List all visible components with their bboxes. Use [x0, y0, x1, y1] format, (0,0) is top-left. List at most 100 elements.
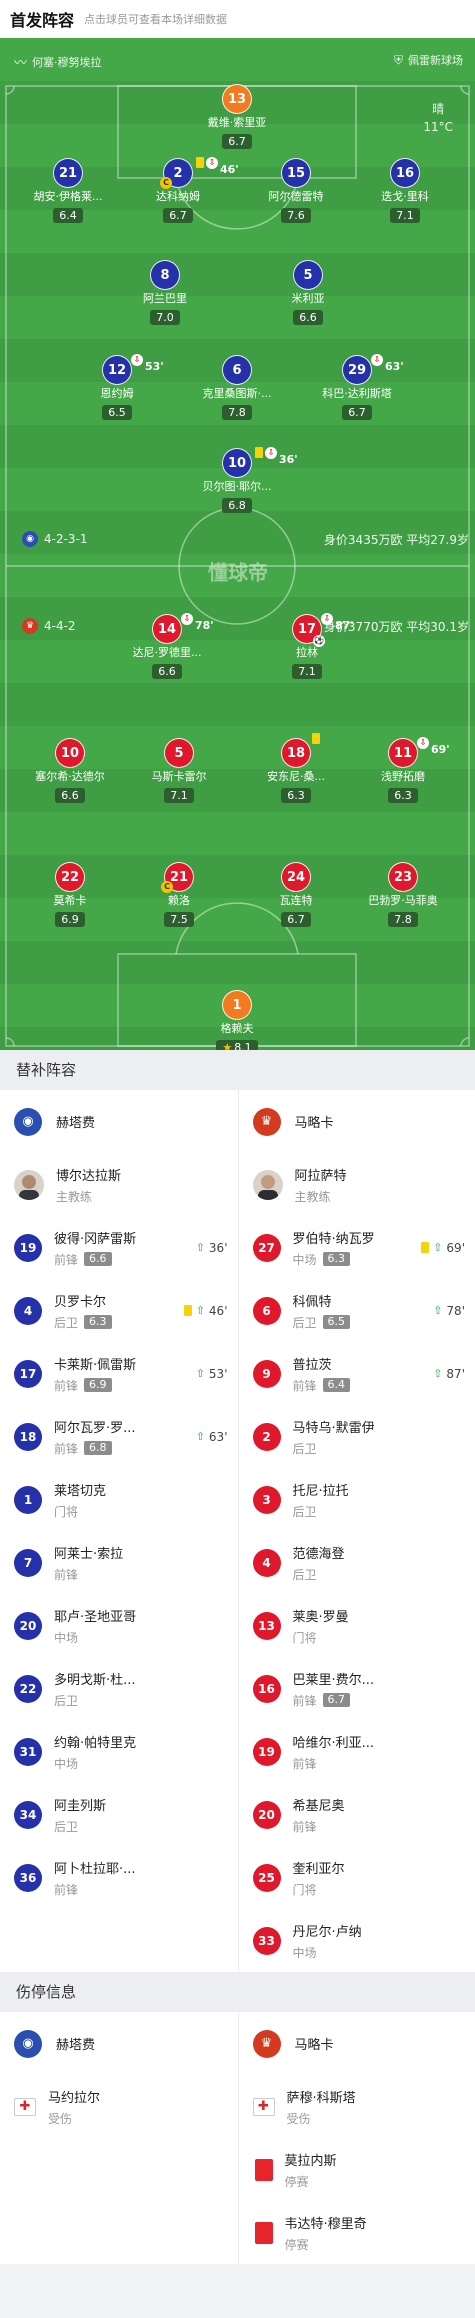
sub-player-row[interactable]: 19 哈维尔·利亚... 前锋: [239, 1720, 475, 1783]
player-name: 巴勃罗·马菲奥: [368, 894, 438, 907]
home-team-row[interactable]: ◉ 赫塔费: [0, 1090, 238, 1153]
coach-info: 〰 何塞·穆努埃拉: [14, 52, 102, 72]
sub-player-row[interactable]: 7 阿莱士·索拉 前锋: [0, 1531, 238, 1594]
sub-player-row[interactable]: 36 阿卜杜拉耶·... 前锋: [0, 1846, 238, 1909]
player-number-badge: 33: [252, 1926, 281, 1955]
page-subtitle: 点击球员可查看本场详细数据: [84, 13, 228, 26]
sub-player-row[interactable]: 20 耶卢·圣地亚哥 中场: [0, 1594, 238, 1657]
sub-player-row[interactable]: 13 莱奥·罗曼 门将: [239, 1594, 475, 1657]
player-number-badge: 2: [252, 1422, 281, 1451]
pitch-player[interactable]: 21 C 赖洛 7.5: [131, 862, 227, 927]
sub-player-row[interactable]: 4 贝罗卡尔 后卫 6.3 ⇧ 46': [0, 1279, 238, 1342]
sub-player-row[interactable]: 31 约翰·帕特里克 中场: [0, 1720, 238, 1783]
home-coach-row[interactable]: 博尔达拉斯 主教练: [0, 1153, 238, 1216]
injury-row[interactable]: 韦达特·穆里奇 停赛: [239, 2201, 475, 2264]
sub-player-row[interactable]: 20 希基尼奥 前锋: [239, 1783, 475, 1846]
pitch-player[interactable]: 18 安东尼·桑... 6.3: [248, 733, 344, 803]
sub-player-row[interactable]: 33 丹尼尔·卢纳 中场: [239, 1909, 475, 1972]
pitch-player[interactable]: 16 迭戈·里科 7.1: [357, 158, 453, 223]
injury-row[interactable]: ✚ 萨穆·科斯塔 受伤: [239, 2075, 475, 2138]
player-number-badge: 8: [150, 260, 180, 290]
player-info: 阿卜杜拉耶·... 前锋: [54, 1858, 136, 1898]
pitch-player[interactable]: 2 C ⇩ 46' 达科纳姆 6.7: [130, 157, 239, 223]
player-name: 塞尔希·达德尔: [35, 770, 105, 783]
rating-value: 6.8: [228, 499, 246, 512]
player-position: 后卫: [292, 1315, 317, 1330]
substitution-minute: 63': [385, 360, 404, 373]
sub-player-row[interactable]: 16 巴莱里·费尔... 前锋 6.7: [239, 1657, 475, 1720]
sub-event: ⇧ 69': [421, 1241, 465, 1255]
substitution-in-icon: ⇧: [195, 1241, 205, 1254]
yellow-card-icon: [183, 1305, 192, 1316]
sub-player-row[interactable]: 19 彼得·冈萨雷斯 前锋 6.6 ⇧ 36': [0, 1216, 238, 1279]
rating-value: 7.1: [396, 209, 414, 222]
player-number: 17: [297, 622, 317, 637]
pitch-player[interactable]: 13 戴维·索里亚 6.7: [189, 84, 285, 149]
pitch-player[interactable]: 17 ⇩ 87' ⚽ 拉林 7.1: [259, 613, 355, 679]
sub-player-row[interactable]: 6 科佩特 后卫 6.5 ⇧ 78': [239, 1279, 475, 1342]
player-name: 安东尼·桑...: [267, 770, 325, 783]
pitch: 〰 何塞·穆努埃拉 ⛨ 佩雷新球场 晴 11°C ◉ 4-2-3-1 身价343…: [0, 38, 475, 1050]
sub-player-row[interactable]: 18 阿尔瓦罗·罗... 前锋 6.8 ⇧ 63': [0, 1405, 238, 1468]
pitch-player[interactable]: 1 格赖夫 ★ 8.1: [189, 990, 285, 1050]
sub-player-row[interactable]: 4 范德海登 后卫: [239, 1531, 475, 1594]
injury-status: 停赛: [284, 2237, 309, 2252]
away-injury-team-row[interactable]: ♛ 马略卡: [239, 2012, 475, 2075]
player-position-line: 后卫 6.5: [293, 1314, 351, 1331]
pitch-player[interactable]: 10 ⇩ 36' 贝尔图·耶尔... 6.8: [189, 447, 298, 513]
injury-row[interactable]: ✚ 马约拉尔 受伤: [0, 2075, 238, 2138]
sub-player-row[interactable]: 2 马特乌·默雷伊 后卫: [239, 1405, 475, 1468]
yellow-card-icon: [312, 733, 320, 744]
player-number: 15: [286, 166, 306, 181]
pitch-player[interactable]: 22 莫希卡 6.9: [22, 862, 118, 927]
player-position-line: 后卫: [293, 1440, 375, 1457]
player-rating: 7.6: [281, 208, 311, 223]
injury-row[interactable]: 莫拉内斯 停赛: [239, 2138, 475, 2201]
rating-value: 6.3: [287, 789, 305, 802]
player-number-badge: 27: [252, 1233, 281, 1262]
pitch-player[interactable]: 15 阿尔德雷特 7.6: [248, 158, 344, 223]
player-name: 克里桑图斯·...: [202, 387, 272, 400]
player-info: 萨穆·科斯塔 受伤: [287, 2087, 356, 2127]
player-number: 2: [173, 166, 183, 181]
sub-player-row[interactable]: 27 罗伯特·纳瓦罗 中场 6.3 ⇧ 69': [239, 1216, 475, 1279]
pitch-player[interactable]: 6 克里桑图斯·... 7.8: [189, 355, 285, 420]
sub-player-row[interactable]: 1 莱塔切克 门将: [0, 1468, 238, 1531]
player-rating: 6.3: [322, 1252, 351, 1266]
player-info: 卡莱斯·佩雷斯 前锋 6.9: [54, 1354, 136, 1394]
rating-value: 7.6: [287, 209, 305, 222]
pitch-player[interactable]: 11 ⇩ 69' 浅野拓磨 6.3: [355, 737, 451, 803]
rating-value: 6.9: [61, 913, 79, 926]
sub-player-row[interactable]: 34 阿圭列斯 后卫: [0, 1783, 238, 1846]
away-coach-row[interactable]: 阿拉萨特 主教练: [239, 1153, 475, 1216]
away-team-row[interactable]: ♛ 马略卡: [239, 1090, 475, 1153]
pitch-player[interactable]: 5 马斯卡雷尔 7.1: [131, 738, 227, 803]
player-info: 韦达特·穆里奇 停赛: [285, 2213, 367, 2253]
pitch-player[interactable]: 21 胡安·伊格莱... 6.4: [20, 158, 116, 223]
pitch-player[interactable]: 29 ⇩ 63' 科巴·达利斯塔 6.7: [309, 354, 405, 420]
sub-player-row[interactable]: 9 普拉茨 前锋 6.4 ⇧ 87': [239, 1342, 475, 1405]
pitch-player[interactable]: 5 米利亚 6.6: [260, 260, 356, 325]
pitch-player[interactable]: 23 巴勃罗·马菲奥 7.8: [355, 862, 451, 927]
player-number-badge: 17: [14, 1359, 42, 1388]
away-formation-text: 4-4-2: [44, 619, 76, 633]
player-position: 后卫: [54, 1315, 79, 1330]
pitch-player[interactable]: 14 ⇩ 78' 达尼·罗德里... 6.6: [119, 613, 215, 679]
sub-player-row[interactable]: 22 多明戈斯·杜... 后卫: [0, 1657, 238, 1720]
player-name: 瓦连特: [279, 894, 313, 907]
pitch-player[interactable]: 12 ⇩ 53' 恩约姆 6.5: [69, 354, 165, 420]
player-name: 范德海登: [292, 1546, 345, 1562]
sub-player-row[interactable]: 25 奎利亚尔 门将: [239, 1846, 475, 1909]
player-name: 阿莱士·索拉: [54, 1546, 124, 1562]
player-name: 莫希卡: [53, 894, 87, 907]
pitch-player[interactable]: 10 塞尔希·达德尔 6.6: [22, 738, 118, 803]
pitch-player[interactable]: 8 阿兰巴里 7.0: [117, 260, 213, 325]
player-rating: 6.5: [322, 1315, 351, 1329]
pitch-player[interactable]: 24 瓦连特 6.7: [248, 862, 344, 927]
sub-player-row[interactable]: 17 卡莱斯·佩雷斯 前锋 6.9 ⇧ 53': [0, 1342, 238, 1405]
home-injury-team-row[interactable]: ◉ 赫塔费: [0, 2012, 238, 2075]
watermark: 懂球帝: [208, 560, 268, 585]
sub-player-row[interactable]: 3 托尼·拉托 后卫: [239, 1468, 475, 1531]
player-number: 24: [286, 870, 306, 885]
player-number-badge: 15: [281, 158, 311, 188]
